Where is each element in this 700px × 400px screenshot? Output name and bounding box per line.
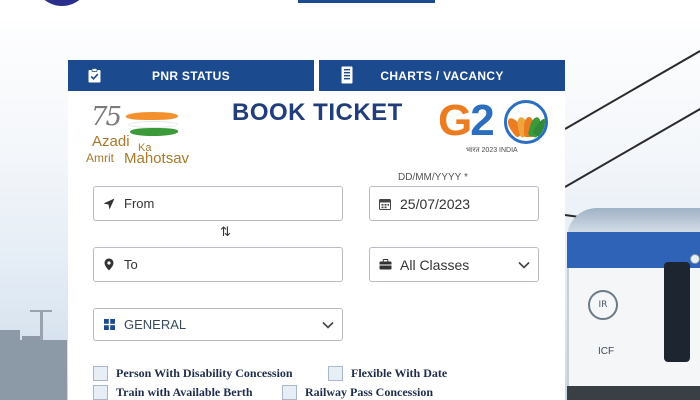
from-station-input[interactable]: From — [93, 186, 343, 221]
chart-document-icon — [341, 66, 353, 84]
checkbox-disability-concession[interactable]: Person With Disability Concession — [93, 366, 293, 381]
from-station-placeholder: From — [124, 196, 155, 211]
journey-date-input[interactable]: 25/07/2023 — [369, 186, 539, 221]
checkbox-box[interactable] — [93, 366, 108, 381]
to-station-placeholder: To — [124, 257, 138, 272]
tab-pnr-status-label: PNR STATUS — [152, 68, 230, 83]
chevron-down-icon — [314, 321, 342, 329]
swap-stations-icon[interactable]: ⇅ — [220, 225, 231, 240]
azadi-ka-amrit-mahotsav-logo: 75 Azadi Ka Amrit Mahotsav — [86, 102, 190, 167]
lotus-globe-icon — [504, 100, 548, 144]
tab-charts-vacancy[interactable]: CHARTS / VACANCY — [319, 60, 565, 91]
map-marker-icon — [94, 258, 124, 271]
tab-charts-vacancy-label: CHARTS / VACANCY — [380, 68, 504, 83]
checkbox-label: Flexible With Date — [351, 366, 448, 380]
location-arrow-icon — [94, 198, 124, 210]
train-logo: IR — [588, 290, 618, 320]
checkbox-label: Person With Disability Concession — [116, 366, 293, 380]
journey-date-value: 25/07/2023 — [400, 195, 471, 212]
checkbox-box[interactable] — [328, 366, 343, 381]
to-station-input[interactable]: To — [93, 247, 343, 282]
checkbox-box[interactable] — [282, 385, 297, 400]
checkbox-flexible-date[interactable]: Flexible With Date — [328, 366, 447, 381]
grid-icon — [94, 319, 124, 330]
chevron-down-icon — [510, 261, 538, 269]
quota-select-value: GENERAL — [124, 317, 187, 332]
date-format-label: DD/MM/YYYY * — [398, 172, 468, 183]
checkbox-available-berth[interactable]: Train with Available Berth — [93, 385, 253, 400]
checkbox-box[interactable] — [93, 385, 108, 400]
tab-pnr-status[interactable]: PNR STATUS — [68, 60, 314, 91]
checkbox-label: Railway Pass Concession — [305, 385, 434, 399]
booking-tabs: PNR STATUS CHARTS / VACANCY — [68, 60, 565, 91]
top-header-strip — [0, 0, 700, 20]
class-select[interactable]: All Classes — [369, 247, 539, 282]
calendar-icon — [370, 198, 400, 210]
checkbox-label: Train with Available Berth — [116, 385, 253, 399]
top-nav-indicator — [298, 0, 435, 3]
briefcase-icon — [370, 259, 400, 270]
page-title: BOOK TICKET — [232, 99, 403, 126]
train-marking: ICF — [598, 346, 615, 357]
clipboard-check-icon — [88, 68, 101, 83]
class-select-value: All Classes — [400, 256, 470, 273]
checkbox-railway-pass[interactable]: Railway Pass Concession — [282, 385, 433, 400]
quota-select[interactable]: GENERAL — [93, 308, 343, 341]
g20-logo: G2 भारत 2023 INDIA — [438, 96, 558, 160]
